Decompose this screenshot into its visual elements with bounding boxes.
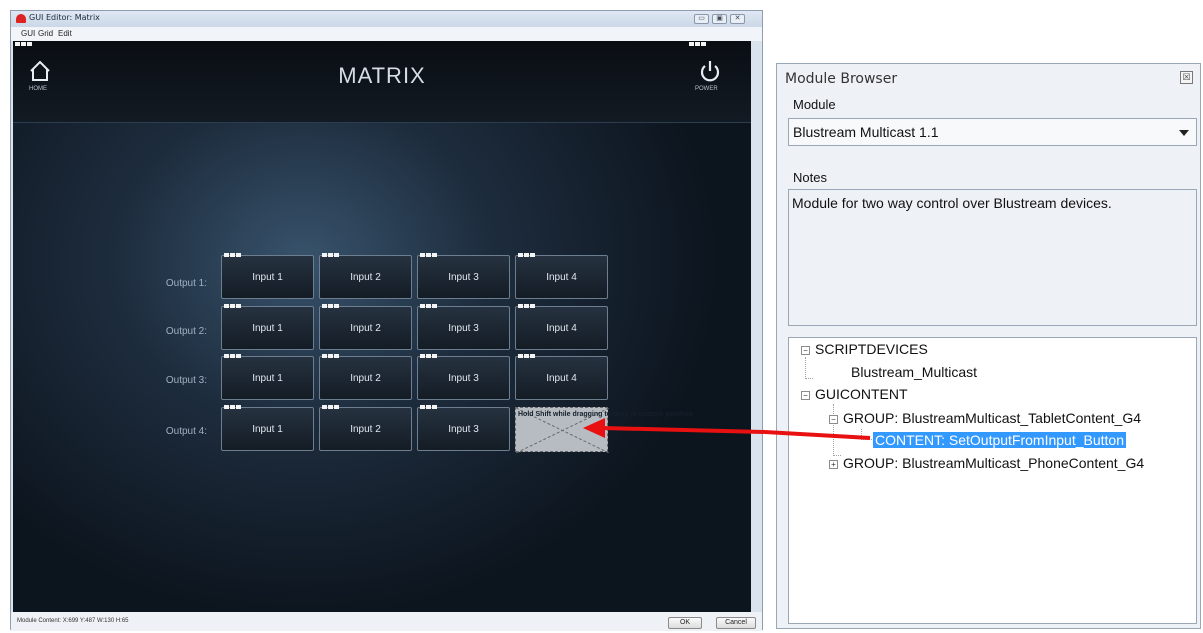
button-label: Input 2 [350,322,381,334]
menu-edit[interactable]: Edit [58,29,72,38]
state-indicator [420,354,437,358]
app-icon [16,14,26,23]
ok-button[interactable]: OK [668,617,702,629]
collapse-icon[interactable]: − [829,415,838,424]
button-label: Input 1 [252,322,283,334]
tree-node-device[interactable]: Blustream_Multicast [851,364,977,380]
menu-gui[interactable]: GUI [21,29,35,38]
output-3-label: Output 3: [165,375,207,386]
state-indicator [420,253,437,257]
button-label: Input 1 [252,372,283,384]
expand-icon[interactable]: + [829,460,838,469]
matrix-button[interactable]: Input 3 [417,253,510,299]
output-1-label: Output 1: [165,278,207,289]
tree-node-content-selected[interactable]: CONTENT: SetOutputFromInput_Button [873,432,1126,448]
power-icon[interactable] [698,60,722,84]
state-indicator [420,405,437,409]
menubar: GUI Grid Edit [11,27,762,41]
matrix-button[interactable]: Input 1 [221,304,314,350]
state-indicator [322,253,339,257]
module-tree[interactable]: − SCRIPTDEVICES Blustream_Multicast − GU… [788,337,1197,624]
matrix-button[interactable]: Input 3 [417,405,510,451]
button-label: Input 2 [350,372,381,384]
matrix-button[interactable]: Input 2 [319,354,412,400]
close-button[interactable]: ✕ [730,14,745,24]
matrix-button[interactable]: Input 4 [515,354,608,400]
drag-hint: Hold Shift while dragging to drop at cus… [518,411,693,418]
state-indicator [322,405,339,409]
button-label: Input 3 [448,423,479,435]
notes-textbox[interactable]: Module for two way control over Blustrea… [788,189,1197,326]
output-2-label: Output 2: [165,326,207,337]
button-label: Input 2 [350,271,381,283]
state-indicator [15,42,32,46]
maximize-button[interactable]: ▣ [712,14,727,24]
state-indicator [224,304,241,308]
matrix-button[interactable]: Input 4 [515,304,608,350]
matrix-button[interactable]: Input 1 [221,354,314,400]
notes-label: Notes [793,170,827,185]
button-label: Input 3 [448,322,479,334]
matrix-button[interactable]: Input 4 [515,253,608,299]
tree-node-group-phone[interactable]: GROUP: BlustreamMulticast_PhoneContent_G… [843,455,1144,471]
state-indicator [518,304,535,308]
page-title: MATRIX [338,63,426,88]
matrix-button[interactable]: Input 1 [221,253,314,299]
status-text: Module Content: X:699 Y:487 W:130 H:65 [17,618,129,624]
state-indicator [420,304,437,308]
collapse-icon[interactable]: − [801,391,810,400]
tree-connector [805,378,813,379]
menu-grid[interactable]: Grid [38,29,53,38]
close-icon[interactable]: ☒ [1180,71,1193,84]
editor-title: GUI Editor: Matrix [29,13,100,22]
page-header: HOME MATRIX POWER [13,41,751,123]
state-indicator [322,354,339,358]
collapse-icon[interactable]: − [801,346,810,355]
power-label: POWER [695,86,718,92]
editor-titlebar: GUI Editor: Matrix ▭ ▣ ✕ [11,11,762,27]
tree-connector [833,455,841,456]
cancel-button[interactable]: Cancel [716,617,756,629]
matrix-button[interactable]: Input 2 [319,253,412,299]
button-label: Input 4 [546,322,577,334]
tree-node-guicontent[interactable]: GUICONTENT [815,386,908,402]
button-label: Input 3 [448,271,479,283]
drag-drop-placeholder[interactable]: Hold Shift while dragging to drop at cus… [515,407,693,453]
module-select-value: Blustream Multicast 1.1 [793,124,939,140]
button-label: Input 3 [448,372,479,384]
state-indicator [224,354,241,358]
tree-connector [861,439,872,440]
matrix-button[interactable]: Input 2 [319,405,412,451]
gui-editor-window: GUI Editor: Matrix ▭ ▣ ✕ GUI Grid Edit H… [10,10,763,631]
button-label: Input 4 [546,372,577,384]
tree-node-group-tablet[interactable]: GROUP: BlustreamMulticast_TabletContent_… [843,410,1141,426]
minimize-button[interactable]: ▭ [694,14,709,24]
tree-connector [805,357,806,379]
chevron-down-icon [1179,130,1189,136]
button-label: Input 2 [350,423,381,435]
tree-node-scriptdevices[interactable]: SCRIPTDEVICES [815,341,928,357]
button-label: Input 4 [546,271,577,283]
output-4-label: Output 4: [165,426,207,437]
module-browser-title: Module Browser [785,71,898,87]
state-indicator [518,354,535,358]
state-indicator [518,253,535,257]
state-indicator [322,304,339,308]
tree-connector [833,404,834,456]
matrix-button[interactable]: Input 2 [319,304,412,350]
module-browser-panel: Module Browser ☒ Module Blustream Multic… [776,63,1201,629]
state-indicator [224,253,241,257]
matrix-button[interactable]: Input 3 [417,354,510,400]
button-label: Input 1 [252,423,283,435]
matrix-button[interactable]: Input 3 [417,304,510,350]
page-canvas: HOME MATRIX POWER Output 1: Output 2: Ou… [13,41,751,612]
matrix-button[interactable]: Input 1 [221,405,314,451]
statusbar: Module Content: X:699 Y:487 W:130 H:65 O… [11,612,762,631]
module-select[interactable]: Blustream Multicast 1.1 [788,118,1197,146]
state-indicator [224,405,241,409]
module-label: Module [793,97,836,112]
state-indicator [689,42,706,46]
button-label: Input 1 [252,271,283,283]
